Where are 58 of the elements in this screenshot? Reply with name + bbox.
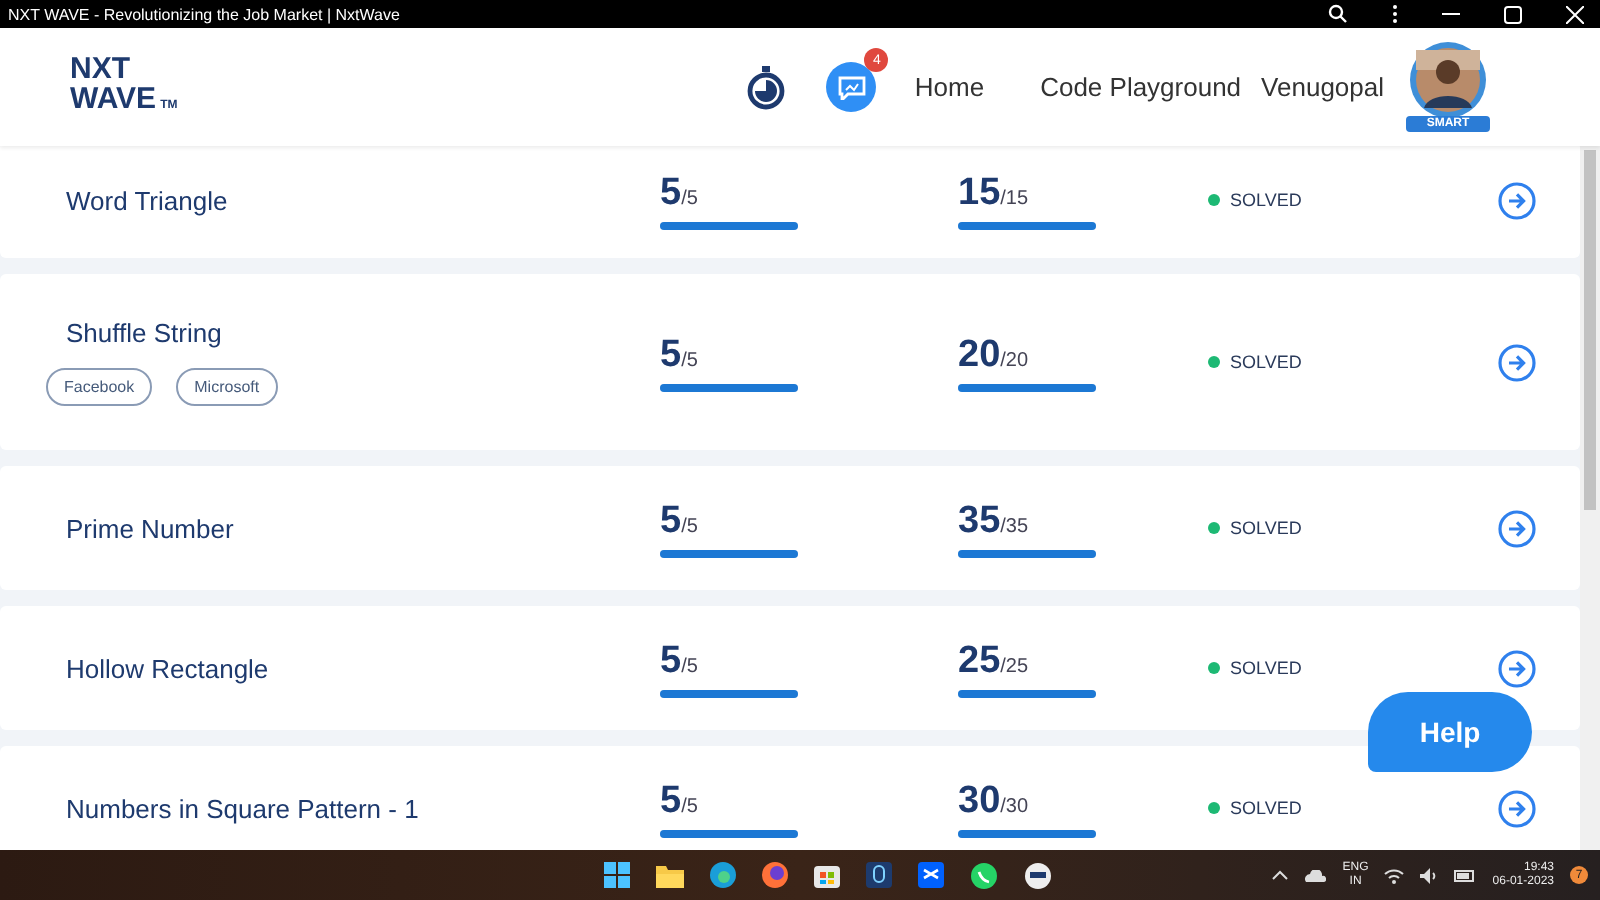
- problem-card[interactable]: Numbers in Square Pattern - 1 5/5 30/30 SOLVED: [0, 746, 1580, 850]
- minimize-icon[interactable]: [1442, 12, 1460, 16]
- web-app-icon[interactable]: [1024, 861, 1052, 889]
- arrow-circle-icon[interactable]: [1498, 343, 1536, 381]
- problem-title: Hollow Rectangle: [66, 653, 271, 683]
- company-tag[interactable]: Facebook: [46, 368, 153, 406]
- close-icon[interactable]: [1566, 5, 1584, 23]
- chat-icon: [837, 75, 866, 99]
- score-text: 5/5: [660, 639, 700, 683]
- wifi-icon[interactable]: [1384, 867, 1405, 883]
- points-text: 15/15: [958, 171, 1031, 215]
- window-title: NXT WAVE - Revolutionizing the Job Market | NxtWave: [8, 5, 400, 23]
- nav-link[interactable]: Home: [914, 72, 985, 102]
- chevron-up-icon[interactable]: [1272, 870, 1289, 880]
- points-text: 20/20: [958, 333, 1031, 377]
- problem-card[interactable]: Prime Number 5/5 35/35 SOLVED: [0, 466, 1580, 590]
- points-text: 30/30: [958, 779, 1031, 823]
- score-text: 5/5: [660, 333, 700, 377]
- fox-browser-icon[interactable]: [762, 862, 788, 888]
- points-text: 35/35: [958, 499, 1031, 543]
- browser-icon[interactable]: [710, 862, 736, 888]
- zoom-icon[interactable]: [1328, 4, 1348, 24]
- start-icon[interactable]: [604, 862, 630, 888]
- chat-button[interactable]: [826, 62, 877, 112]
- points-text: 25/25: [958, 639, 1031, 683]
- problem-title: Numbers in Square Pattern - 1: [66, 793, 421, 823]
- dropbox-icon[interactable]: [918, 862, 944, 888]
- score-text: 5/5: [660, 499, 700, 543]
- problem-title: Shuffle String: [66, 318, 224, 348]
- maximize-icon[interactable]: [1504, 5, 1522, 23]
- arrow-circle-icon[interactable]: [1498, 649, 1536, 687]
- problem-card[interactable]: Word Triangle 5/5 15/15 SOLVED: [0, 146, 1580, 258]
- stopwatch-icon[interactable]: [746, 65, 787, 109]
- arrow-circle-icon[interactable]: [1498, 181, 1536, 219]
- problem-title: Prime Number: [66, 513, 236, 543]
- chat-app-icon[interactable]: [970, 861, 998, 889]
- problem-card[interactable]: Shuffle String Facebook Microsoft 5/5 20/20 SOLVED: [0, 274, 1580, 450]
- status-label: SOLVED: [1230, 798, 1302, 818]
- speaker-icon[interactable]: [1420, 867, 1439, 883]
- arrow-circle-icon[interactable]: [1498, 509, 1536, 547]
- scrollbar[interactable]: [1580, 146, 1600, 850]
- problem-title: Word Triangle: [66, 185, 230, 215]
- status-label: SOLVED: [1230, 352, 1302, 372]
- score-text: 5/5: [660, 779, 700, 823]
- cloud-icon[interactable]: [1304, 869, 1327, 881]
- store-icon[interactable]: [814, 862, 840, 888]
- help-button[interactable]: Help: [1368, 692, 1532, 772]
- status-label: SOLVED: [1230, 518, 1302, 538]
- battery-icon[interactable]: [1454, 869, 1477, 881]
- nav-link[interactable]: Code Playground: [1040, 72, 1242, 102]
- menu-icon[interactable]: [1392, 4, 1398, 24]
- arrow-circle-icon[interactable]: [1498, 789, 1536, 827]
- status-label: SOLVED: [1230, 658, 1302, 678]
- status-label: SOLVED: [1230, 190, 1302, 210]
- company-tag[interactable]: Microsoft: [176, 368, 278, 406]
- score-text: 5/5: [660, 171, 700, 215]
- folder-icon[interactable]: [656, 863, 684, 887]
- nav-link[interactable]: Venugopal: [1261, 72, 1384, 102]
